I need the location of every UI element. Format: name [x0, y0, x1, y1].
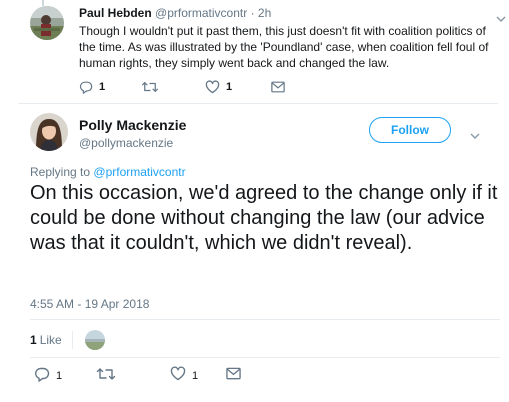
reply-icon [79, 80, 93, 94]
parent-action-bar: 1 1 [79, 80, 309, 94]
main-tweet-text: On this occasion, we'd agreed to the cha… [30, 182, 498, 254]
chevron-down-icon[interactable] [470, 127, 480, 139]
envelope-icon [226, 367, 241, 385]
main-like-action[interactable]: 1 [170, 366, 199, 386]
parent-dm-action[interactable] [271, 80, 285, 94]
parent-like-count: 1 [226, 81, 233, 93]
parent-author-name[interactable]: Paul Hebden [79, 6, 152, 20]
parent-meta-separator: · [250, 6, 255, 20]
likes-label[interactable]: Like [40, 333, 62, 347]
retweet-icon [141, 80, 159, 94]
main-action-bar: 1 1 [30, 366, 270, 387]
parent-reply-action[interactable]: 1 [79, 80, 105, 94]
main-retweet-action[interactable] [96, 366, 122, 387]
main-reply-action[interactable]: 1 [34, 366, 63, 387]
envelope-icon [271, 81, 285, 93]
main-dm-action[interactable] [226, 367, 241, 385]
reply-icon [34, 366, 50, 387]
main-author-name[interactable]: Polly Mackenzie [79, 117, 186, 133]
retweet-icon [96, 366, 116, 387]
replying-to-prefix: Replying to [30, 165, 91, 179]
tweet-divider [18, 103, 498, 104]
follow-button[interactable]: Follow [369, 117, 451, 143]
heart-icon [205, 80, 220, 94]
replying-to-line: Replying to @prformativcontr [30, 165, 186, 179]
parent-author-line: Paul Hebden @prformativcontr · 2h [79, 6, 271, 20]
parent-tweet[interactable]: Paul Hebden @prformativcontr · 2h Though… [0, 0, 509, 100]
parent-tweet-text: Though I wouldn't put it past them, this… [79, 24, 489, 70]
main-like-count: 1 [192, 370, 199, 382]
stats-divider-top [30, 319, 500, 320]
tweet-timestamp[interactable]: 4:55 AM - 19 Apr 2018 [30, 297, 149, 311]
parent-like-action[interactable]: 1 [205, 80, 232, 94]
chevron-down-icon[interactable] [496, 10, 506, 22]
main-reply-count: 1 [56, 370, 63, 382]
thread-connector [42, 0, 44, 6]
parent-tweet-time[interactable]: 2h [258, 6, 271, 20]
main-author-avatar[interactable] [30, 113, 68, 151]
parent-author-handle[interactable]: @prformativcontr [155, 6, 247, 20]
likes-separator [71, 331, 73, 349]
parent-reply-count: 1 [99, 81, 106, 93]
likes-stats: 1 Like [30, 330, 105, 350]
main-author-handle[interactable]: @pollymackenzie [79, 136, 173, 150]
stats-divider-bottom [30, 357, 500, 358]
heart-icon [170, 366, 186, 386]
likes-count[interactable]: 1 [30, 333, 37, 347]
parent-author-avatar[interactable] [30, 6, 64, 40]
liker-avatar[interactable] [84, 330, 105, 350]
replying-to-link[interactable]: @prformativcontr [93, 165, 185, 179]
parent-retweet-action[interactable] [141, 80, 165, 94]
